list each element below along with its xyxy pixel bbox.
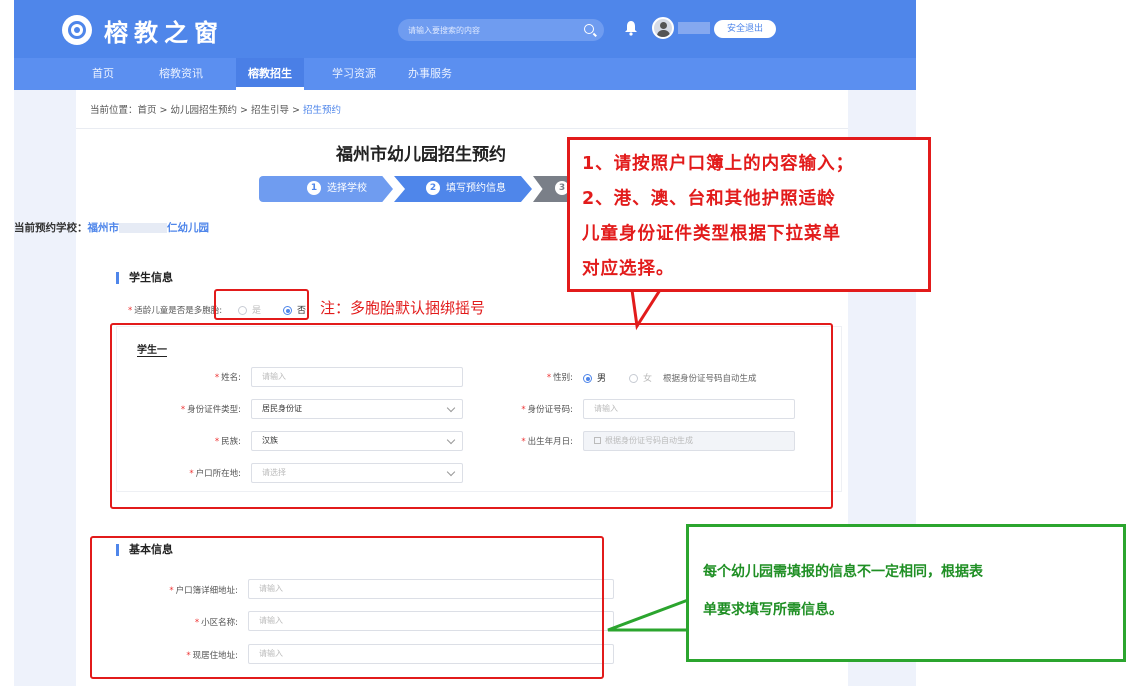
- nav-services[interactable]: 办事服务: [408, 58, 452, 90]
- nav-news[interactable]: 榕教资讯: [159, 58, 203, 90]
- annotation-green-callout: 每个幼儿园需填报的信息不一定相同，根据表 单要求填写所需信息。: [686, 524, 1126, 662]
- annotation-box-multi-birth: [214, 289, 309, 320]
- nav-home[interactable]: 首页: [92, 58, 114, 90]
- school-name-part2: 仁幼儿园: [167, 222, 209, 234]
- avatar[interactable]: [652, 17, 674, 39]
- callout-line: 1、请按照户口簿上的内容输入；: [582, 154, 855, 174]
- breadcrumb-current: 招生预约: [303, 105, 342, 116]
- breadcrumb-path[interactable]: 当前位置：首页 > 幼儿园招生预约 > 招生引导 >: [90, 105, 303, 116]
- step-label: 选择学校: [327, 183, 367, 194]
- search-icon[interactable]: [584, 24, 594, 34]
- step-fill-info[interactable]: 2 填写预约信息: [394, 176, 532, 202]
- callout-line: 对应选择。: [582, 259, 675, 279]
- search-box: [398, 19, 604, 41]
- current-school-label: 当前预约学校：: [14, 222, 88, 234]
- logo-icon: [62, 15, 92, 45]
- username-redacted: [678, 22, 710, 34]
- main-nav: 首页 榕教资讯 榕教招生 学习资源 办事服务: [14, 58, 916, 90]
- step-label: 填写预约信息: [446, 183, 506, 194]
- step-select-school[interactable]: 1 选择学校: [259, 176, 393, 202]
- step-number: 1: [307, 181, 321, 195]
- current-school: 当前预约学校：福州市 仁幼儿园: [14, 220, 209, 235]
- search-input[interactable]: [408, 22, 568, 38]
- section-title-student: 学生信息: [116, 272, 173, 284]
- callout-line: 2、港、澳、台和其他护照适龄: [582, 189, 836, 209]
- callout-line: 儿童身份证件类型根据下拉菜单: [582, 224, 841, 244]
- callout-line: 单要求填写所需信息。: [703, 602, 843, 618]
- divider: [76, 128, 848, 129]
- screenshot-stage: 榕教之窗 安全退出 首页 榕教资讯 榕教招生 学习资源 办事服务 当前位置：首页…: [0, 0, 1139, 686]
- nav-enrollment[interactable]: 榕教招生: [236, 58, 304, 90]
- annotation-multi-birth-note: 注：多胞胎默认捆绑摇号: [320, 299, 486, 317]
- bell-icon[interactable]: [624, 20, 638, 36]
- annotation-box-student: [110, 323, 833, 509]
- callout-line: 每个幼儿园需填报的信息不一定相同，根据表: [703, 564, 983, 580]
- top-header: 榕教之窗 安全退出: [14, 0, 916, 58]
- multi-birth-label: * 适龄儿童是否是多胞胎:: [128, 306, 223, 316]
- site-logo-text[interactable]: 榕教之窗: [104, 13, 224, 48]
- page-title: 福州市幼儿园招生预约: [336, 145, 506, 165]
- annotation-red-callout: 1、请按照户口簿上的内容输入； 2、港、澳、台和其他护照适龄 儿童身份证件类型根…: [567, 137, 931, 292]
- school-name-part1: 福州市: [87, 222, 120, 234]
- step-number: 2: [426, 181, 440, 195]
- breadcrumb: 当前位置：首页 > 幼儿园招生预约 > 招生引导 > 招生预约: [90, 102, 341, 116]
- nav-resources[interactable]: 学习资源: [332, 58, 376, 90]
- school-name-redacted: [119, 223, 167, 233]
- annotation-box-basic: [90, 536, 604, 679]
- logout-button[interactable]: 安全退出: [714, 20, 776, 38]
